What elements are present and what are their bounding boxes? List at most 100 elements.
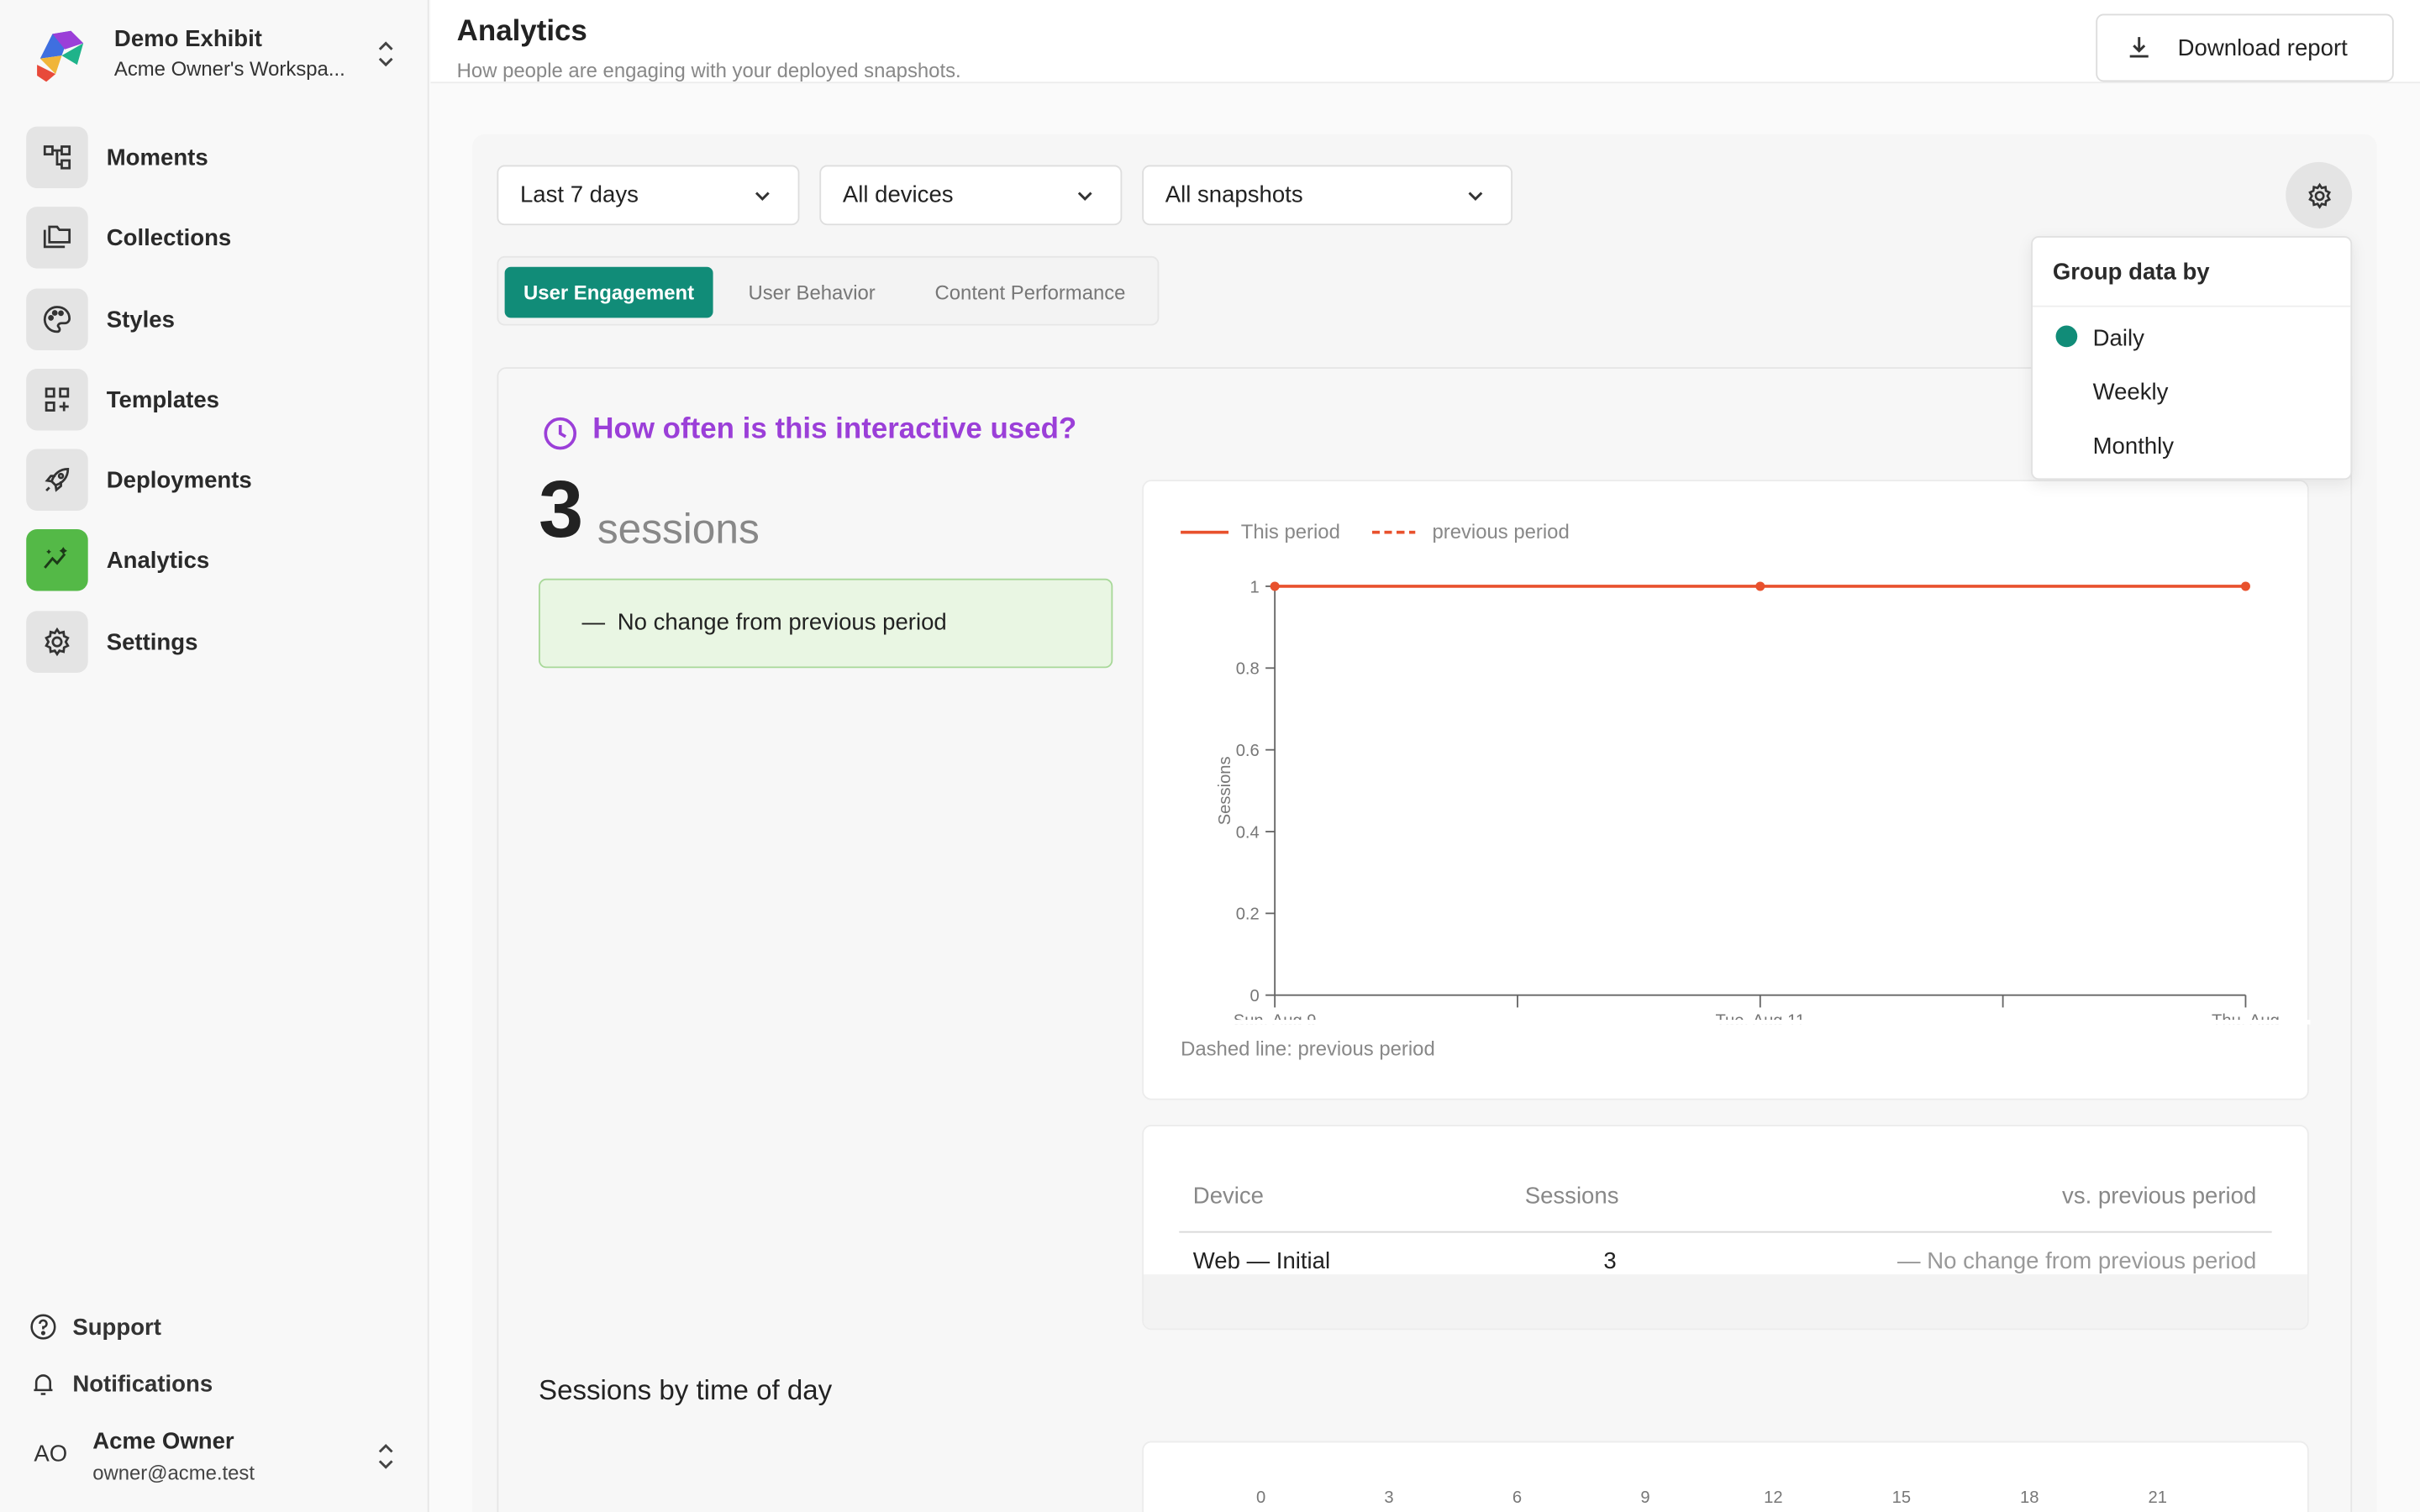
sidebar-item-deployments[interactable]: Deployments xyxy=(26,449,397,511)
period-value: Last 7 days xyxy=(519,181,639,208)
gear-icon xyxy=(26,611,88,673)
tab-user-behavior[interactable]: User Behavior xyxy=(725,267,898,318)
collections-icon xyxy=(26,207,88,269)
tab-user-engagement[interactable]: User Engagement xyxy=(504,266,713,318)
chevron-down-icon xyxy=(1077,192,1092,202)
change-indicator: — No change from previous period xyxy=(539,578,1113,669)
y-tick-label: 0.6 xyxy=(1236,742,1260,760)
hour-tick-label: 9 xyxy=(1640,1488,1650,1508)
data-point xyxy=(1270,581,1280,591)
sidebar-item-settings[interactable]: Settings xyxy=(26,611,397,673)
sidebar-item-templates[interactable]: Templates xyxy=(26,368,397,431)
workspace-switcher[interactable]: Demo Exhibit Acme Owner's Workspa... xyxy=(28,22,413,90)
download-report-label: Download report xyxy=(2177,34,2348,61)
sidebar-item-label: Styles xyxy=(106,306,175,333)
sidebar-item-label: Deployments xyxy=(106,466,252,493)
y-tick-label: 0.8 xyxy=(1236,660,1260,679)
sidebar-item-styles[interactable]: Styles xyxy=(26,288,397,350)
sidebar-item-label: Collections xyxy=(106,224,232,251)
chevron-updown-icon[interactable] xyxy=(373,1440,397,1473)
templates-icon xyxy=(26,368,88,431)
clock-icon xyxy=(544,417,577,450)
download-icon xyxy=(2129,37,2149,58)
y-tick-label: 0 xyxy=(1250,987,1260,1005)
group-settings-button[interactable] xyxy=(2286,161,2353,228)
snapshots-select[interactable]: All snapshots xyxy=(1142,165,1512,226)
sidebar-item-label: Settings xyxy=(106,628,198,655)
analytics-tabs: User Engagement User Behavior Content Pe… xyxy=(497,255,1160,326)
table-footer xyxy=(1144,1274,2307,1329)
group-option-daily[interactable]: Daily xyxy=(2093,326,2144,352)
tab-content-performance[interactable]: Content Performance xyxy=(911,267,1150,318)
session-unit: sessions xyxy=(597,506,760,553)
column-header-sessions: Sessions xyxy=(1524,1183,1619,1210)
sidebar-item-collections[interactable]: Collections xyxy=(26,207,397,269)
download-report-button[interactable]: Download report xyxy=(2096,13,2394,82)
hour-tick-label: 18 xyxy=(2020,1488,2039,1508)
gear-icon xyxy=(2307,181,2331,208)
change-text: No change from previous period xyxy=(617,609,947,636)
workspace-name: Demo Exhibit xyxy=(113,26,262,53)
hour-tick-label: 21 xyxy=(2148,1488,2167,1508)
avatar: AO xyxy=(34,1441,68,1467)
cell-vs-previous: — No change from previous period xyxy=(1897,1247,2257,1275)
device-table: Device Sessions vs. previous period Web … xyxy=(1142,1124,2309,1331)
hour-tick-label: 3 xyxy=(1384,1488,1394,1508)
sidebar-item-analytics[interactable]: Analytics xyxy=(26,528,397,591)
devices-value: All devices xyxy=(842,181,954,208)
support-link[interactable]: Support xyxy=(29,1309,161,1346)
selected-radio-indicator xyxy=(2055,325,2078,348)
y-axis-label: Sessions xyxy=(1216,756,1234,825)
popover-divider xyxy=(2032,305,2351,307)
rocket-icon xyxy=(26,449,88,511)
y-tick-label: 0.2 xyxy=(1236,906,1260,924)
column-header-device: Device xyxy=(1192,1183,1265,1210)
sidebar-item-moments[interactable]: Moments xyxy=(26,126,397,189)
group-option-monthly[interactable]: Monthly xyxy=(2093,433,2174,459)
chart-clip-mask xyxy=(1144,1020,2311,1025)
y-tick-label: 1 xyxy=(1250,578,1260,596)
devices-select[interactable]: All devices xyxy=(819,165,1123,226)
chevron-down-icon xyxy=(755,192,770,202)
page-header: Analytics How people are engaging with y… xyxy=(430,0,2420,84)
chart-note: Dashed line: previous period xyxy=(1181,1037,1435,1060)
sidebar-item-label: Moments xyxy=(106,144,208,171)
time-of-day-chart: 0 3 6 9 12 15 18 21 xyxy=(1142,1441,2309,1512)
page-subtitle: How people are engaging with your deploy… xyxy=(456,58,961,82)
group-option-weekly[interactable]: Weekly xyxy=(2093,380,2169,406)
bell-icon xyxy=(34,1374,53,1395)
column-header-vs-previous: vs. previous period xyxy=(2062,1183,2257,1210)
data-point xyxy=(1755,581,1765,591)
workspace-subtitle: Acme Owner's Workspa... xyxy=(113,56,345,81)
hour-tick-label: 12 xyxy=(1764,1488,1783,1508)
no-change-dash: — xyxy=(581,609,605,636)
palette-icon xyxy=(26,288,88,350)
notifications-label: Notifications xyxy=(72,1370,213,1398)
analytics-icon xyxy=(26,528,88,591)
app-logo xyxy=(37,30,84,82)
user-email: owner@acme.test xyxy=(92,1461,255,1484)
user-menu[interactable]: AO Acme Owner owner@acme.test xyxy=(28,1422,413,1490)
time-of-day-title: Sessions by time of day xyxy=(539,1374,833,1406)
table-divider xyxy=(1179,1231,2272,1233)
y-tick-label: 0.4 xyxy=(1236,823,1260,842)
chevron-updown-icon[interactable] xyxy=(373,37,397,71)
support-label: Support xyxy=(72,1313,161,1341)
data-point xyxy=(2240,581,2250,591)
moments-icon xyxy=(26,126,88,189)
sessions-chart-card: This period previous period 0 0.2 0.4 0.6 0.… xyxy=(1142,480,2311,1100)
period-select[interactable]: Last 7 days xyxy=(497,165,800,226)
cell-device: Web — Initial xyxy=(1192,1247,1331,1275)
chevron-down-icon xyxy=(1468,192,1483,202)
notifications-link[interactable]: Notifications xyxy=(29,1366,213,1403)
help-circle-icon xyxy=(30,1314,56,1340)
popover-title: Group data by xyxy=(2052,259,2210,286)
sessions-line-chart: 00.20.40.60.81Sun, Aug 9 Tue, Aug 11 Thu, … xyxy=(1144,578,2311,1025)
page-title: Analytics xyxy=(456,15,587,48)
sidebar-item-label: Templates xyxy=(106,386,219,413)
hour-tick-label: 0 xyxy=(1255,1488,1266,1508)
hour-tick-label: 15 xyxy=(1891,1488,1912,1508)
user-name: Acme Owner xyxy=(92,1428,234,1456)
sidebar: Demo Exhibit Acme Owner's Workspa... Mom… xyxy=(0,0,429,1512)
session-count: 3 xyxy=(539,465,584,556)
